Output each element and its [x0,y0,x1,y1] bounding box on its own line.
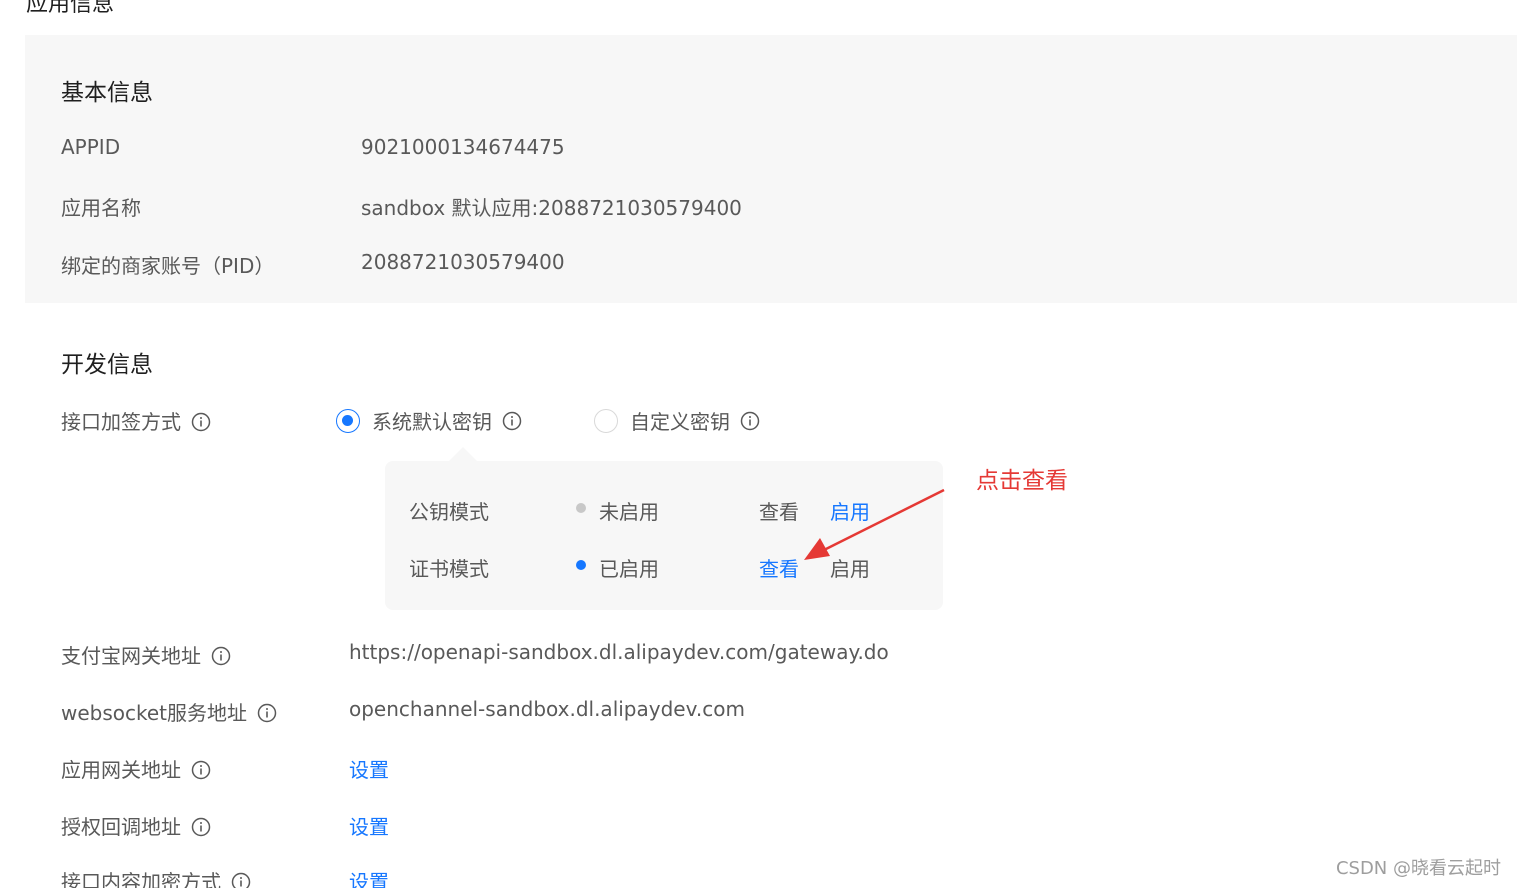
public-key-mode-status: 未启用 [599,500,659,524]
auth-callback-label: 授权回调地址 [61,815,181,839]
annotation-arrow-icon [804,488,945,560]
dev-info-title: 开发信息 [61,352,153,378]
radio-custom-key-label: 自定义密钥 [630,410,730,434]
appid-value: 9021000134674475 [361,135,565,159]
pid-label: 绑定的商家账号（PID） [61,254,275,278]
gateway-row: 支付宝网关地址 [61,640,231,669]
info-icon[interactable] [191,817,211,837]
cert-mode-label: 证书模式 [409,557,489,581]
radio-checked-indicator [336,408,360,433]
websocket-row: websocket服务地址 [61,697,277,726]
radio-unchecked-indicator [594,408,618,433]
info-icon[interactable] [191,412,211,432]
popover-arrow [448,447,478,462]
websocket-value: openchannel-sandbox.dl.alipaydev.com [349,697,745,721]
sign-method-label: 接口加签方式 [61,410,181,434]
annotation-text: 点击查看 [976,468,1068,494]
info-icon[interactable] [502,411,522,431]
appid-label: APPID [61,135,121,159]
info-icon[interactable] [231,872,251,888]
pid-value: 2088721030579400 [361,250,565,274]
auth-callback-row: 授权回调地址 [61,811,211,840]
content-encrypt-label: 接口内容加密方式 [61,870,221,888]
app-name-value: sandbox 默认应用:2088721030579400 [361,196,742,220]
app-gateway-set-link[interactable]: 设置 [349,754,389,783]
gateway-label: 支付宝网关地址 [61,644,201,668]
public-key-mode-label: 公钥模式 [409,500,489,524]
status-dot-active [576,560,586,570]
info-icon[interactable] [740,411,760,431]
auth-callback-set-link[interactable]: 设置 [349,811,389,840]
app-gateway-row: 应用网关地址 [61,754,211,783]
basic-info-title: 基本信息 [61,80,153,106]
app-gateway-label: 应用网关地址 [61,758,181,782]
status-dot-inactive [576,503,586,513]
info-icon[interactable] [211,646,231,666]
gateway-value: https://openapi-sandbox.dl.alipaydev.com… [349,640,889,664]
cert-mode-status: 已启用 [599,557,659,581]
page-heading: 应用信息 [26,0,115,17]
radio-system-default-key[interactable]: 系统默认密钥 [336,406,522,435]
info-icon[interactable] [257,703,277,723]
app-name-label: 应用名称 [61,196,141,220]
content-encrypt-set-link[interactable]: 设置 [349,866,389,888]
sign-method-row: 接口加签方式 [61,406,211,435]
content-encrypt-row: 接口内容加密方式 [61,866,251,888]
websocket-label: websocket服务地址 [61,701,248,725]
radio-system-default-key-label: 系统默认密钥 [372,410,492,434]
radio-custom-key[interactable]: 自定义密钥 [594,406,760,435]
info-icon[interactable] [191,760,211,780]
watermark: CSDN @晓看云起时 [1335,858,1501,879]
